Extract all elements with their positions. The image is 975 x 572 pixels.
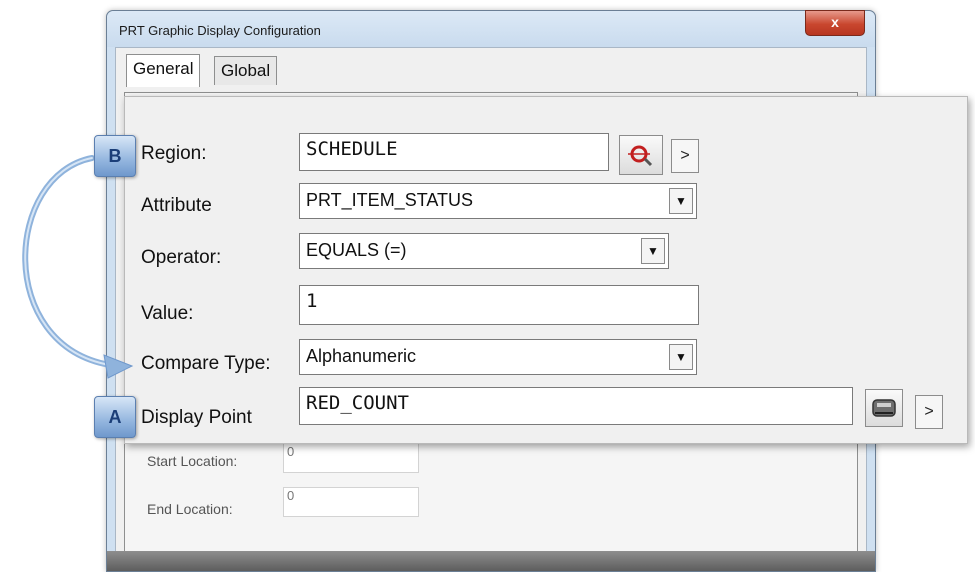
callout-badge-a: A (94, 396, 136, 438)
callout-badge-b: B (94, 135, 136, 177)
callout-arrow (22, 155, 134, 379)
